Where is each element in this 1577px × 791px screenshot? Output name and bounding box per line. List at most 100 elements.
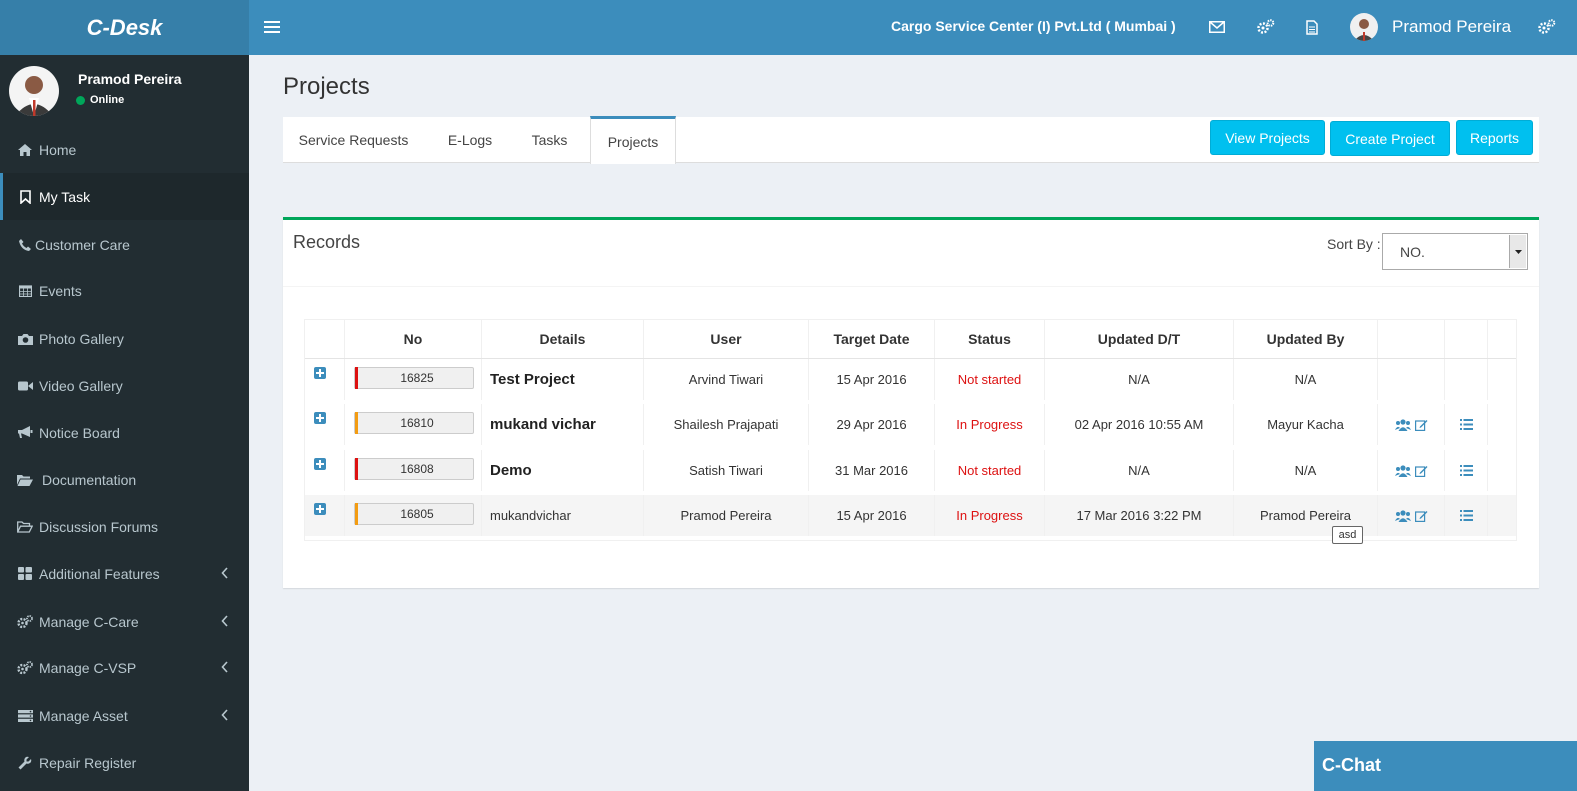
record-updated-dt: N/A xyxy=(1045,359,1234,400)
create-project-button[interactable]: Create Project xyxy=(1330,121,1450,156)
chevron-left-icon xyxy=(221,615,228,627)
folder-open-outline-icon xyxy=(17,520,33,533)
sidebar-item-additional-features[interactable]: Additional Features xyxy=(0,550,249,597)
sidebar-item-discussion-forums[interactable]: Discussion Forums xyxy=(0,503,249,550)
record-details[interactable]: Test Project xyxy=(482,371,575,388)
chevron-left-icon xyxy=(221,567,228,579)
sidebar-item-label: Manage C-Care xyxy=(39,613,139,630)
folder-open-icon xyxy=(17,474,33,486)
record-user: Satish Tiwari xyxy=(644,450,809,491)
column-header-details[interactable]: Details xyxy=(482,320,644,358)
cogs-icon[interactable] xyxy=(1255,15,1277,39)
settings-icon[interactable] xyxy=(1536,15,1558,39)
column-header-actions xyxy=(1378,320,1445,358)
column-header-target-date[interactable]: Target Date xyxy=(809,320,935,358)
reports-button[interactable]: Reports xyxy=(1456,120,1533,155)
record-details[interactable]: Demo xyxy=(482,462,532,479)
users-icon[interactable] xyxy=(1394,464,1411,477)
column-header-updated-by[interactable]: Updated By xyxy=(1234,320,1378,358)
record-target-date: 15 Apr 2016 xyxy=(809,359,935,400)
record-actions xyxy=(1378,359,1445,400)
sidebar-item-manage-asset[interactable]: Manage Asset xyxy=(0,692,249,739)
column-header-status[interactable]: Status xyxy=(935,320,1045,358)
sidebar-item-manage-c-care[interactable]: Manage C-Care xyxy=(0,598,249,645)
online-dot-icon xyxy=(76,95,85,105)
plus-square-icon[interactable] xyxy=(314,458,326,470)
record-details[interactable]: mukand vichar xyxy=(482,416,596,433)
users-icon[interactable] xyxy=(1394,418,1411,431)
record-number-text: 16808 xyxy=(400,462,434,476)
sidebar-user-name: Pramod Pereira xyxy=(78,71,182,87)
record-user: Arvind Tiwari xyxy=(644,359,809,400)
tab-projects[interactable]: Projects xyxy=(590,116,676,164)
envelope-icon[interactable] xyxy=(1206,15,1228,39)
record-number[interactable]: 16825 xyxy=(354,367,474,389)
record-number[interactable]: 16805 xyxy=(354,503,474,525)
sidebar-item-repair-register[interactable]: Repair Register xyxy=(0,739,249,786)
record-updated-dt: 17 Mar 2016 3:22 PM xyxy=(1045,495,1234,536)
view-projects-button[interactable]: View Projects xyxy=(1210,120,1325,155)
sidebar-item-video-gallery[interactable]: Video Gallery xyxy=(0,362,249,409)
record-list xyxy=(1445,495,1488,536)
sidebar-item-my-task[interactable]: My Task xyxy=(0,173,249,220)
sidebar-item-home[interactable]: Home xyxy=(0,126,249,173)
c-chat-widget[interactable]: C-Chat xyxy=(1314,741,1577,791)
tab-service-requests[interactable]: Service Requests xyxy=(283,117,424,163)
user-status: Online xyxy=(76,94,124,106)
sidebar-item-manage-c-vsp[interactable]: Manage C-VSP xyxy=(0,644,249,691)
edit-icon[interactable] xyxy=(1414,465,1428,477)
sidebar-item-label: Video Gallery xyxy=(39,377,123,394)
column-header-no[interactable]: No xyxy=(345,320,482,358)
wrench-icon xyxy=(17,756,33,770)
file-icon[interactable] xyxy=(1301,15,1323,39)
plus-square-icon[interactable] xyxy=(314,412,326,424)
tab-tasks[interactable]: Tasks xyxy=(516,117,583,163)
sidebar-item-label: Manage C-VSP xyxy=(39,659,137,676)
header-user-name[interactable]: Pramod Pereira xyxy=(1392,17,1511,37)
edit-icon[interactable] xyxy=(1414,419,1428,431)
record-updated-by: N/A xyxy=(1234,450,1378,491)
sidebar-item-documentation[interactable]: Documentation xyxy=(0,456,249,503)
sidebar-item-events[interactable]: Events xyxy=(0,267,249,314)
plus-square-icon[interactable] xyxy=(314,503,326,515)
menu-icon[interactable] xyxy=(264,16,280,38)
priority-indicator xyxy=(355,458,358,480)
sidebar-item-notice-board[interactable]: Notice Board xyxy=(0,409,249,456)
users-icon[interactable] xyxy=(1394,509,1411,522)
app-logo[interactable]: C-Desk xyxy=(0,0,249,55)
user-panel: Pramod Pereira Online xyxy=(0,55,249,130)
plus-square-icon[interactable] xyxy=(314,367,326,379)
chevron-left-icon xyxy=(221,661,228,673)
cogs-icon xyxy=(17,660,33,675)
tab-e-logs[interactable]: E-Logs xyxy=(430,117,510,163)
column-header-user[interactable]: User xyxy=(644,320,809,358)
record-number-text: 16805 xyxy=(400,507,434,521)
record-number[interactable]: 16810 xyxy=(354,412,474,434)
column-header-updated-dt[interactable]: Updated D/T xyxy=(1045,320,1234,358)
sidebar: Pramod Pereira Online Home My Task Custo… xyxy=(0,55,249,791)
record-user: Shailesh Prajapati xyxy=(644,404,809,445)
column-header-expand xyxy=(305,320,345,358)
sidebar-item-customer-care[interactable]: Customer Care xyxy=(0,221,249,268)
camera-icon xyxy=(17,333,33,345)
record-details[interactable]: mukandvichar xyxy=(482,508,571,523)
record-list xyxy=(1445,404,1488,445)
cogs-icon xyxy=(17,614,33,629)
sidebar-item-label: Manage Asset xyxy=(39,707,128,724)
record-target-date: 31 Mar 2016 xyxy=(809,450,935,491)
video-camera-icon xyxy=(17,381,33,391)
sidebar-item-label: Notice Board xyxy=(39,424,120,441)
header-avatar[interactable] xyxy=(1350,13,1378,41)
record-actions xyxy=(1378,495,1445,536)
record-list xyxy=(1445,450,1488,491)
bookmark-icon xyxy=(17,189,33,204)
list-icon[interactable] xyxy=(1459,419,1473,430)
list-icon[interactable] xyxy=(1459,510,1473,521)
record-actions xyxy=(1378,450,1445,491)
sort-by-select[interactable]: NO. xyxy=(1382,233,1528,270)
status-text: Online xyxy=(90,94,125,106)
edit-icon[interactable] xyxy=(1414,510,1428,522)
list-icon[interactable] xyxy=(1459,465,1473,476)
record-number[interactable]: 16808 xyxy=(354,458,474,480)
sidebar-item-photo-gallery[interactable]: Photo Gallery xyxy=(0,315,249,362)
